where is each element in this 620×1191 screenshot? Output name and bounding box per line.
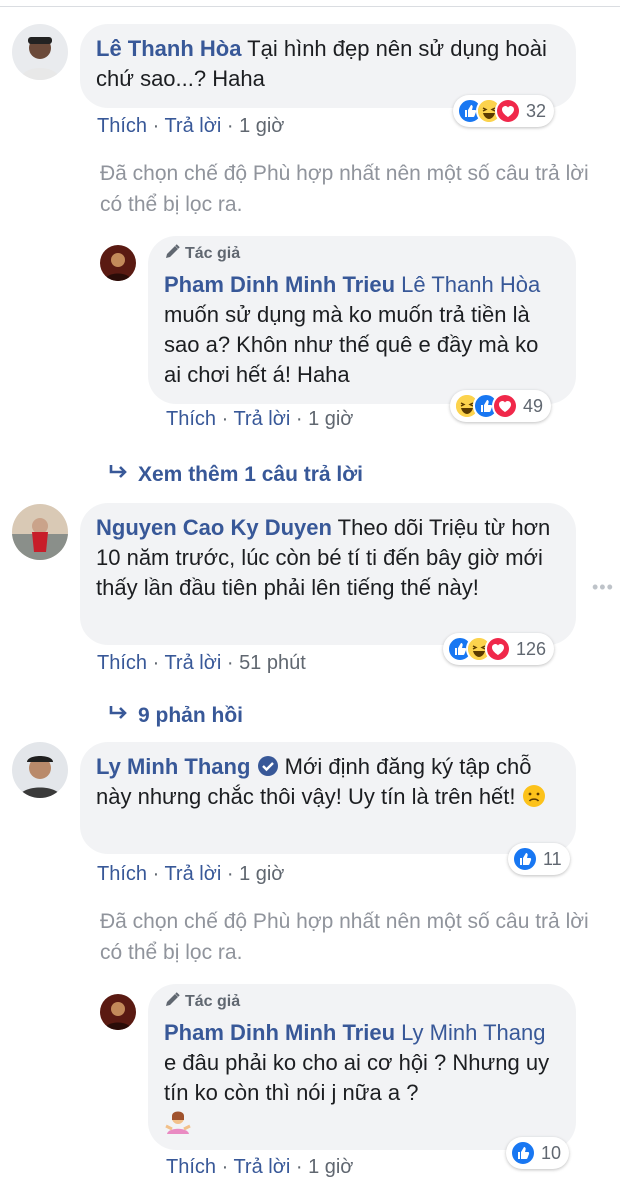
author-badge: Tác giả bbox=[164, 992, 558, 1012]
reaction-count: 10 bbox=[541, 1142, 562, 1163]
view-more-replies[interactable]: Xem thêm 1 câu trả lời bbox=[108, 462, 363, 488]
comment-bubble: Nguyen Cao Ky Duyen Theo dõi Triệu từ hơ… bbox=[80, 503, 576, 645]
mention-link[interactable]: Ly Minh Thang bbox=[401, 1020, 545, 1045]
comment-time[interactable]: 1 giờ bbox=[239, 115, 284, 137]
pen-icon bbox=[166, 244, 180, 258]
avatar[interactable] bbox=[12, 742, 68, 798]
like-button[interactable]: Thích bbox=[97, 115, 147, 137]
reply-button[interactable]: Trả lời bbox=[164, 115, 221, 137]
reply-button[interactable]: Trả lời bbox=[164, 863, 221, 885]
commenter-name[interactable]: Pham Dinh Minh Trieu bbox=[164, 1020, 395, 1045]
reaction-count: 126 bbox=[516, 638, 547, 659]
comment-time[interactable]: 1 giờ bbox=[308, 1156, 353, 1178]
commenter-name[interactable]: Lê Thanh Hòa bbox=[96, 36, 241, 61]
love-reaction-icon bbox=[495, 98, 521, 124]
top-divider bbox=[0, 6, 620, 7]
reaction-summary[interactable]: 49 bbox=[450, 390, 552, 422]
reply-button[interactable]: Trả lời bbox=[233, 408, 290, 430]
comment-text: e đâu phải ko cho ai cơ hội ? Nhưng uy t… bbox=[164, 1050, 550, 1105]
comment-time[interactable]: 51 phút bbox=[239, 652, 306, 674]
author-tag-label: Tác giả bbox=[185, 245, 241, 262]
reaction-summary[interactable]: 10 bbox=[506, 1137, 570, 1169]
comment-actions: Thích · Trả lời · 1 giờ bbox=[166, 408, 354, 430]
reply-arrow-icon bbox=[108, 703, 138, 729]
comment-bubble: Ly Minh Thang Mới định đăng ký tập chỗ n… bbox=[80, 742, 576, 854]
author-tag-label: Tác giả bbox=[185, 993, 241, 1010]
mention-link[interactable]: Lê Thanh Hòa bbox=[401, 272, 540, 297]
reaction-count: 49 bbox=[523, 395, 544, 416]
filtered-note: Đã chọn chế độ Phù hợp nhất nên một số c… bbox=[100, 910, 589, 964]
commenter-name[interactable]: Pham Dinh Minh Trieu bbox=[164, 272, 395, 297]
comment-actions: Thích · Trả lời · 1 giờ bbox=[166, 1156, 354, 1178]
like-button[interactable]: Thích bbox=[166, 1156, 216, 1178]
reply-button[interactable]: Trả lời bbox=[164, 652, 221, 674]
comment-actions: Thích · Trả lời · 1 giờ bbox=[97, 115, 285, 137]
avatar[interactable] bbox=[12, 24, 68, 80]
reaction-summary[interactable]: 11 bbox=[508, 843, 570, 875]
comment-actions: Thích · Trả lời · 1 giờ bbox=[97, 863, 285, 885]
like-button[interactable]: Thích bbox=[97, 863, 147, 885]
commenter-name[interactable]: Nguyen Cao Ky Duyen bbox=[96, 515, 332, 540]
person-shrugging-emoji-icon bbox=[165, 1111, 191, 1134]
comment-time[interactable]: 1 giờ bbox=[308, 408, 353, 430]
sad-face-emoji-icon bbox=[522, 785, 545, 807]
reaction-count: 11 bbox=[543, 848, 562, 869]
avatar[interactable] bbox=[12, 504, 68, 560]
reply-arrow-icon bbox=[108, 462, 138, 488]
reply-bubble: Tác giả Pham Dinh Minh Trieu Ly Minh Tha… bbox=[148, 984, 576, 1150]
reaction-count: 32 bbox=[526, 100, 547, 121]
commenter-name[interactable]: Ly Minh Thang bbox=[96, 754, 250, 779]
author-badge: Tác giả bbox=[164, 244, 558, 264]
reply-bubble: Tác giả Pham Dinh Minh Trieu Lê Thanh Hò… bbox=[148, 236, 576, 404]
like-reaction-icon bbox=[512, 846, 538, 872]
reaction-summary[interactable]: 32 bbox=[453, 95, 555, 127]
reply-button[interactable]: Trả lời bbox=[233, 1156, 290, 1178]
like-button[interactable]: Thích bbox=[166, 408, 216, 430]
view-replies[interactable]: 9 phản hồi bbox=[108, 703, 243, 729]
author-avatar[interactable] bbox=[100, 245, 136, 281]
comment-text: muốn sử dụng mà ko muốn trả tiền là sao … bbox=[164, 302, 539, 387]
love-reaction-icon bbox=[485, 636, 511, 662]
author-avatar[interactable] bbox=[100, 994, 136, 1030]
comment-time[interactable]: 1 giờ bbox=[239, 863, 284, 885]
verified-badge-icon bbox=[257, 756, 278, 776]
view-replies-label: 9 phản hồi bbox=[138, 704, 243, 727]
view-more-label: Xem thêm 1 câu trả lời bbox=[138, 463, 364, 486]
pen-icon bbox=[166, 992, 180, 1006]
like-button[interactable]: Thích bbox=[97, 652, 147, 674]
love-reaction-icon bbox=[492, 393, 518, 419]
more-options-icon[interactable]: ••• bbox=[592, 577, 614, 598]
comment-actions: Thích · Trả lời · 51 phút bbox=[97, 652, 306, 674]
filtered-note: Đã chọn chế độ Phù hợp nhất nên một số c… bbox=[100, 162, 589, 216]
reaction-summary[interactable]: 126 bbox=[443, 633, 555, 665]
like-reaction-icon bbox=[510, 1140, 536, 1166]
